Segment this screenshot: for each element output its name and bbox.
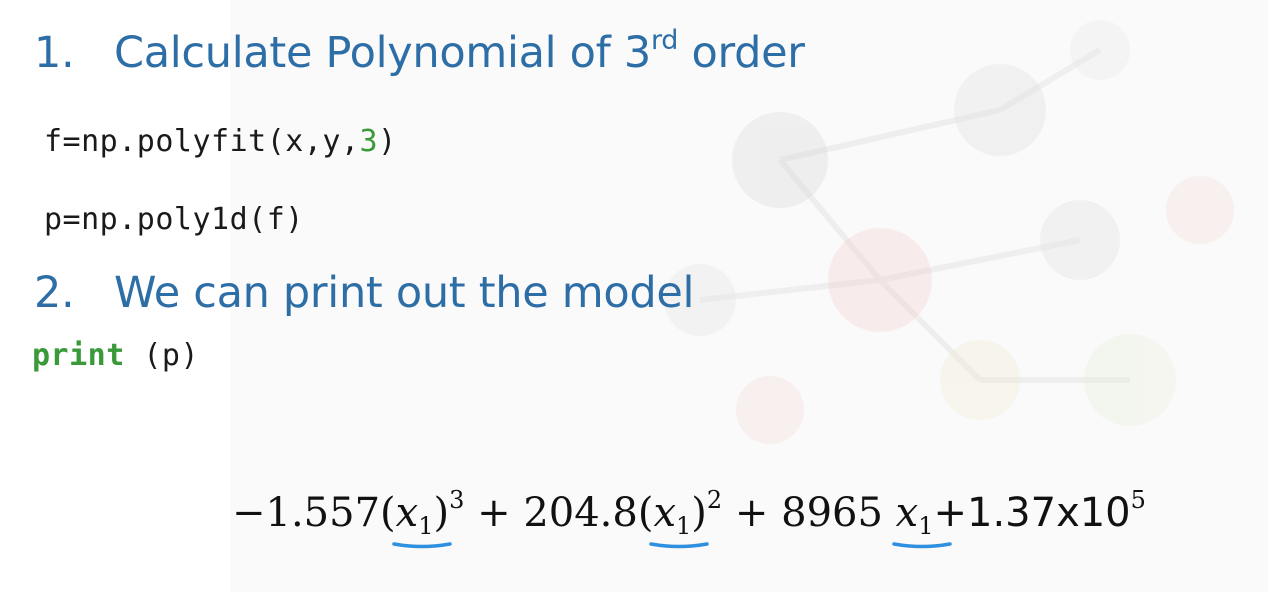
equation-var3-symbol: x: [895, 490, 919, 536]
equation-close2: ): [691, 490, 707, 536]
step2-text: We can print out the model: [114, 268, 695, 318]
equation-coef3: + 8965: [722, 490, 896, 536]
equation-var1-symbol: x: [395, 490, 419, 536]
equation-var3: x1: [891, 490, 952, 549]
underline-mark-icon: [391, 542, 452, 549]
code-print-keyword: print: [32, 338, 125, 373]
equation-constant: +1.37x10: [933, 490, 1131, 536]
code-polyfit-prefix: f=np.polyfit(x,y,: [44, 124, 360, 159]
polynomial-equation: −1.557(x1)3 + 204.8(x1)2 + 8965 x1 +1.37x…: [232, 488, 1146, 549]
step1-heading: 1. Calculate Polynomial of 3rd order: [34, 25, 805, 78]
equation-var1-subscript: 1: [418, 512, 434, 540]
code-polyfit-order: 3: [359, 124, 379, 159]
code-poly1d: p=np.poly1d(f): [44, 202, 304, 237]
equation-pow2: 2: [706, 486, 723, 514]
step1-text-after: order: [678, 28, 805, 78]
step1-number: 1.: [34, 28, 75, 78]
equation-var3-subscript: 1: [918, 512, 934, 540]
equation-close1: ): [433, 490, 450, 536]
code-polyfit-suffix: ): [378, 124, 397, 159]
equation-var2-subscript: 1: [676, 512, 692, 540]
equation-pow1: 3: [449, 486, 465, 514]
equation-constant-power: 5: [1130, 486, 1146, 514]
step1-text: Calculate Polynomial of 3: [114, 28, 651, 78]
step2-number: 2.: [34, 268, 75, 318]
code-polyfit: f=np.polyfit(x,y,3): [44, 124, 397, 159]
code-print-args: (p): [124, 338, 200, 373]
code-poly1d-text: p=np.poly1d(f): [44, 202, 304, 237]
underline-mark-icon: [649, 542, 710, 549]
code-print: print (p): [32, 338, 199, 373]
equation-var2-symbol: x: [653, 490, 676, 536]
equation-coef1: −1.557(: [232, 490, 396, 536]
equation-coef2: + 204.8(: [464, 490, 654, 536]
equation-var1: x1: [391, 490, 452, 549]
step2-heading: 2. We can print out the model: [34, 268, 694, 318]
step1-superscript: rd: [650, 25, 679, 56]
underline-mark-icon: [891, 542, 952, 549]
equation-var2: x1: [649, 490, 710, 549]
